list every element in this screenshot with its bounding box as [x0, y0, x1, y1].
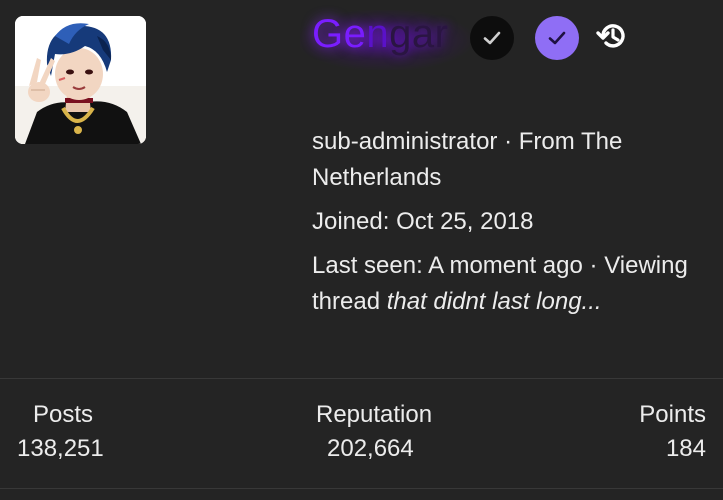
stat-value: 184	[665, 435, 706, 462]
check-dark-badge[interactable]	[470, 16, 514, 60]
profile-info: sub-administrator · From The Netherlands…	[312, 124, 702, 320]
user-avatar[interactable]	[15, 16, 146, 144]
joined-label: Joined:	[312, 208, 390, 235]
history-button[interactable]	[592, 16, 632, 56]
user-role[interactable]: sub-administrator	[312, 128, 497, 155]
username[interactable]: Gengar	[312, 8, 448, 60]
stat-label: Reputation	[316, 401, 433, 428]
username-part: gar	[389, 12, 449, 56]
checkmark-icon	[483, 31, 501, 45]
role-location-line: sub-administrator · From The Netherlands	[312, 124, 702, 196]
stat-value: 202,664	[327, 435, 414, 462]
joined-line: Joined: Oct 25, 2018	[312, 204, 702, 240]
stat-posts[interactable]: Posts 138,251	[17, 398, 104, 466]
avatar-illustration	[15, 16, 146, 144]
history-icon	[596, 24, 625, 48]
username-part: n	[366, 12, 390, 56]
username-part: Ge	[312, 12, 367, 56]
separator: ·	[589, 252, 598, 279]
activity-thread-link[interactable]: that didnt last long...	[387, 288, 602, 315]
divider	[0, 488, 723, 489]
staff-check-badge[interactable]	[535, 16, 579, 60]
stat-reputation[interactable]: Reputation 202,664	[316, 398, 432, 466]
stat-label: Posts	[33, 401, 94, 428]
last-seen-value: A moment ago	[428, 252, 583, 279]
divider	[0, 378, 723, 379]
stat-value: 138,251	[17, 435, 104, 462]
last-seen-line: Last seen: A moment ago · Viewing thread…	[312, 248, 702, 320]
checkmark-icon	[548, 31, 566, 45]
stat-label: Points	[639, 401, 706, 428]
joined-date: Oct 25, 2018	[396, 208, 534, 235]
separator: ·	[504, 128, 513, 155]
stat-points[interactable]: Points 184	[639, 398, 706, 466]
last-seen-label: Last seen:	[312, 252, 423, 279]
